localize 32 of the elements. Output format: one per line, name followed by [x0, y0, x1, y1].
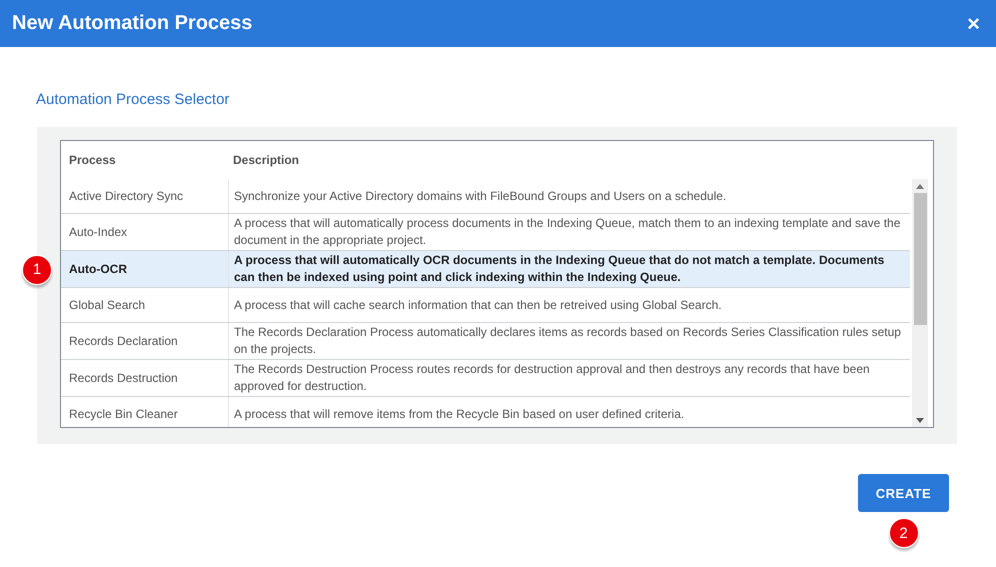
table-cell-text: Records Destruction — [68, 370, 179, 386]
window-title: New Automation Process — [12, 12, 252, 35]
table-cell: A process that will automatically process documents in the Indexing Queue, match them to an indexing template and save the document in the appropriate project. — [228, 214, 908, 250]
step-badge: 2 — [888, 518, 918, 548]
step-badge: 1 — [22, 254, 52, 284]
scrollbar-thumb[interactable] — [914, 193, 926, 325]
table-cell: A process that will cache search information that can then be retreived using Global Search. — [228, 288, 908, 322]
table-cell: A process that will automatically OCR documents in the Indexing Queue that do not match a template. Documents can then be indexed using point and click indexing within the Indexing Queue. — [228, 251, 908, 287]
create-button[interactable]: CREATE — [858, 474, 949, 512]
table-cell-text: Recycle Bin Cleaner — [68, 406, 179, 422]
table-row[interactable]: Recycle Bin Cleaner A process that will remove items from the Recycle Bin based on user defined criteria. — [61, 397, 910, 427]
scroll-down-icon[interactable] — [916, 418, 924, 423]
table-row[interactable]: Global Search A process that will cache search information that can then be retreived using Global Search. — [61, 288, 910, 323]
table-row[interactable]: Records Destruction The Records Destruction Process routes records for destruction approval and then destroys any records that have been approved for destruction. — [61, 360, 910, 397]
close-button[interactable]: × — [963, 12, 984, 34]
table-cell: The Records Destruction Process routes records for destruction approval and then destroys any records that have been approved for destruction. — [228, 360, 908, 396]
table-cell-text: Records Declaration — [68, 332, 179, 350]
scrollbar[interactable] — [912, 179, 928, 427]
scroll-up-icon[interactable] — [916, 184, 924, 189]
table-row[interactable]: Auto-OCR A process that will automatically OCR documents in the Indexing Queue that do not match a template. Documents can then be indexed using point and click indexing within the Indexing Queue. — [61, 251, 910, 288]
section-title: Automation Process Selector — [36, 91, 230, 110]
column-header: Process — [68, 153, 117, 167]
column-header: Description — [232, 153, 300, 167]
table-cell-text: Auto-Index — [68, 224, 128, 240]
table-cell: Synchronize your Active Directory domains with FileBound Groups and Users on a schedule. — [228, 179, 908, 213]
table-cell-text: Auto-OCR — [68, 260, 128, 278]
table-row[interactable]: Records Declaration The Records Declaration Process automatically declares items as records based on Records Series Classification rules setup on the projects. — [61, 323, 910, 360]
table-cell: The Records Declaration Process automatically declares items as records based on Records Series Classification rules setup on the projects. — [228, 323, 908, 359]
table-row[interactable]: Active Directory Sync Synchronize your Active Directory domains with FileBound Groups and Users on a schedule. — [61, 179, 910, 214]
table-cell-text: Global Search — [68, 296, 146, 314]
table-cell: A process that will remove items from the Recycle Bin based on user defined criteria. — [228, 397, 908, 427]
table-cell-text: Active Directory Sync — [68, 188, 184, 204]
